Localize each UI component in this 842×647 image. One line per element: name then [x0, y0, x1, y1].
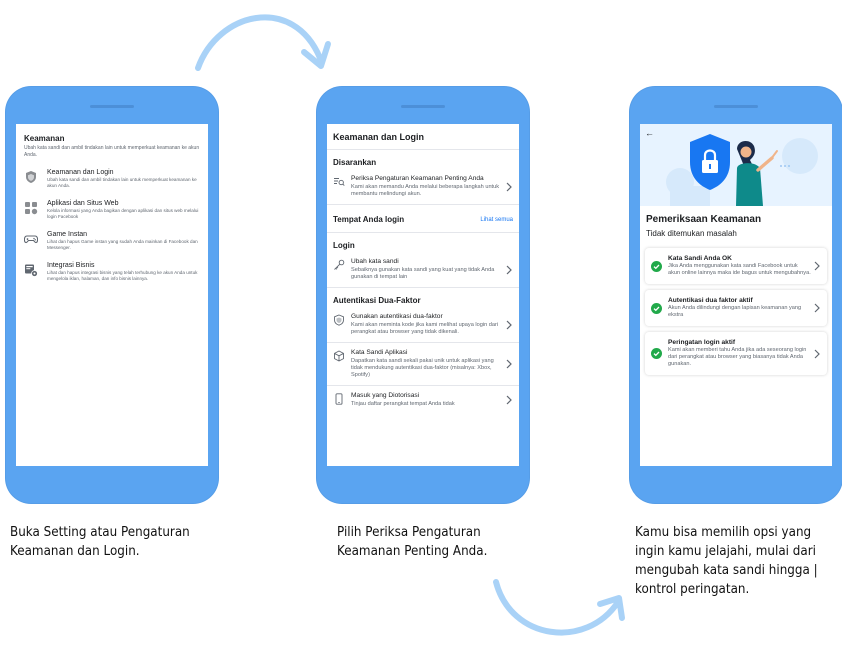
- see-all-link[interactable]: Lihat semua: [480, 217, 513, 223]
- hero-illustration: ←: [640, 124, 832, 206]
- section-header-where-logged-in: Tempat Anda login: [333, 215, 405, 224]
- page-subtitle: Tidak ditemukan masalah: [646, 229, 737, 238]
- menu-item-desc: Kelola informasi yang Anda bagikan denga…: [47, 208, 199, 219]
- card-login-alerts-active[interactable]: Peringatan login aktif Kami akan memberi…: [645, 332, 827, 375]
- chevron-right-icon: [814, 261, 820, 271]
- phone-icon: [335, 393, 343, 405]
- caption-line: mengubah kata sandi hingga |: [635, 563, 818, 578]
- row-desc: Tinjau daftar perangkat tempat Anda tida…: [351, 401, 455, 407]
- card-desc: Kami akan memberi tahu Anda jika ada ses…: [668, 347, 807, 367]
- caption-line: Buka Setting atau Pengaturan: [10, 525, 190, 540]
- menu-item-desc: Lihat dan hapus Game instan yang sudah A…: [47, 239, 198, 250]
- chevron-right-icon: [506, 265, 512, 274]
- chevron-right-icon: [506, 182, 512, 191]
- menu-item-title: Game Instan: [47, 231, 88, 238]
- shield-small-icon: [334, 314, 344, 326]
- check-circle-icon: [651, 260, 662, 272]
- menu-item-instant-games[interactable]: Game Instan Lihat dan hapus Game instan …: [24, 231, 200, 251]
- card-desc: Akun Anda dilindungi dengan lapisan keam…: [668, 305, 802, 318]
- section-header-recommended: Disarankan: [333, 158, 377, 167]
- business-integration-icon: [25, 264, 38, 277]
- section-header-login: Login: [333, 241, 355, 250]
- card-password-ok[interactable]: Kata Sandi Anda OK Jika Anda menggunakan…: [645, 248, 827, 284]
- caption-line: ingin kamu jelajahi, mulai dari: [635, 544, 816, 559]
- row-title: Masuk yang Diotorisasi: [351, 392, 420, 399]
- screen-security-checkup: ← Pemeriksaan Keamanan Tidak ditemukan m…: [640, 124, 832, 466]
- section-where-logged-in: Tempat Anda login Lihat semua: [327, 205, 519, 233]
- shield-icon: [26, 171, 36, 183]
- checklist-icon: [334, 178, 345, 186]
- phone-mockup-3: ← Pemeriksaan Keamanan Tidak ditemukan m…: [629, 86, 842, 504]
- caption-line: kontrol peringatan.: [635, 582, 750, 597]
- row-check-security-settings[interactable]: Periksa Pengaturan Keamanan Penting Anda…: [327, 169, 519, 205]
- phone-mockup-1: Keamanan Ubah kata sandi dan ambil tinda…: [5, 86, 219, 504]
- row-title: Periksa Pengaturan Keamanan Penting Anda: [351, 175, 484, 182]
- chevron-right-icon: [506, 395, 512, 405]
- screen-security-and-login: Keamanan dan Login Disarankan Periksa Pe…: [327, 124, 519, 466]
- security-illustration-icon: [666, 134, 818, 206]
- row-desc: Sebaiknya gunakan kata sandi yang kuat y…: [351, 267, 495, 280]
- row-desc: Kami akan memandu Anda melalui beberapa …: [351, 184, 500, 197]
- speaker-grille: [401, 105, 445, 108]
- caption-step-1: Buka Setting atau Pengaturan Keamanan da…: [10, 523, 231, 561]
- row-title: Ubah kata sandi: [351, 258, 399, 265]
- chevron-right-icon: [814, 303, 820, 313]
- row-authorized-logins[interactable]: Masuk yang Diotorisasi Tinjau daftar per…: [327, 386, 519, 414]
- row-app-passwords[interactable]: Kata Sandi Aplikasi Dapatkan kata sandi …: [327, 343, 519, 386]
- chevron-right-icon: [506, 359, 512, 369]
- menu-item-desc: Lihat dan hapus integrasi bisnis yang te…: [47, 270, 198, 281]
- gamepad-icon: [24, 235, 38, 244]
- screen-security-settings: Keamanan Ubah kata sandi dan ambil tinda…: [16, 124, 208, 466]
- phone-mockup-2: Keamanan dan Login Disarankan Periksa Pe…: [316, 86, 530, 504]
- curved-arrow-bottom-icon: [493, 579, 625, 636]
- check-circle-icon: [651, 302, 662, 314]
- row-change-password[interactable]: Ubah kata sandi Sebaiknya gunakan kata s…: [327, 252, 519, 288]
- speaker-grille: [714, 105, 758, 108]
- card-title: Autentikasi dua faktor aktif: [668, 297, 753, 304]
- caption-step-2: Pilih Periksa Pengaturan Keamanan Pentin…: [337, 523, 549, 561]
- menu-item-title: Integrasi Bisnis: [47, 262, 95, 269]
- apps-icon: [25, 202, 38, 215]
- page-title: Pemeriksaan Keamanan: [646, 214, 762, 225]
- menu-item-apps-websites[interactable]: Aplikasi dan Situs Web Kelola informasi …: [24, 200, 200, 220]
- curved-arrow-top-icon: [195, 14, 331, 71]
- menu-item-desc: Ubah kata sandi dan ambil tindakan lain …: [47, 177, 197, 188]
- section-header-two-factor: Autentikasi Dua-Faktor: [333, 296, 421, 305]
- card-title: Peringatan login aktif: [668, 339, 736, 346]
- row-desc: Kami akan meminta kode jika kami melihat…: [351, 322, 499, 335]
- speaker-grille: [90, 105, 134, 108]
- row-desc: Dapatkan kata sandi sekali pakai unik un…: [351, 358, 494, 378]
- caption-step-3: Kamu bisa memilih opsi yang ingin kamu j…: [635, 523, 842, 599]
- menu-item-title: Aplikasi dan Situs Web: [47, 200, 119, 207]
- caption-line: Pilih Periksa Pengaturan: [337, 525, 481, 540]
- check-circle-icon: [651, 348, 662, 359]
- menu-item-security-login[interactable]: Keamanan dan Login Ubah kata sandi dan a…: [24, 169, 200, 189]
- page-title: Keamanan: [24, 134, 65, 143]
- row-title: Kata Sandi Aplikasi: [351, 349, 408, 356]
- cube-icon: [334, 350, 344, 362]
- page-title: Keamanan dan Login: [327, 124, 519, 150]
- caption-line: Kamu bisa memilih opsi yang: [635, 525, 812, 540]
- card-desc: Jika Anda menggunakan kata sandi Faceboo…: [668, 263, 811, 276]
- key-icon: [334, 259, 345, 270]
- row-use-two-factor[interactable]: Gunakan autentikasi dua-faktor Kami akan…: [327, 307, 519, 343]
- menu-item-title: Keamanan dan Login: [47, 169, 114, 176]
- row-title: Gunakan autentikasi dua-faktor: [351, 313, 443, 320]
- chevron-right-icon: [814, 349, 820, 358]
- card-title: Kata Sandi Anda OK: [668, 255, 732, 262]
- menu-item-business-integrations[interactable]: Integrasi Bisnis Lihat dan hapus integra…: [24, 262, 200, 282]
- page-subtitle: Ubah kata sandi dan ambil tindakan lain …: [24, 145, 200, 158]
- caption-line: Keamanan Penting Anda.: [337, 544, 488, 559]
- caption-line: Keamanan dan Login.: [10, 544, 140, 559]
- card-two-factor-active[interactable]: Autentikasi dua faktor aktif Akun Anda d…: [645, 290, 827, 326]
- chevron-right-icon: [506, 320, 512, 329]
